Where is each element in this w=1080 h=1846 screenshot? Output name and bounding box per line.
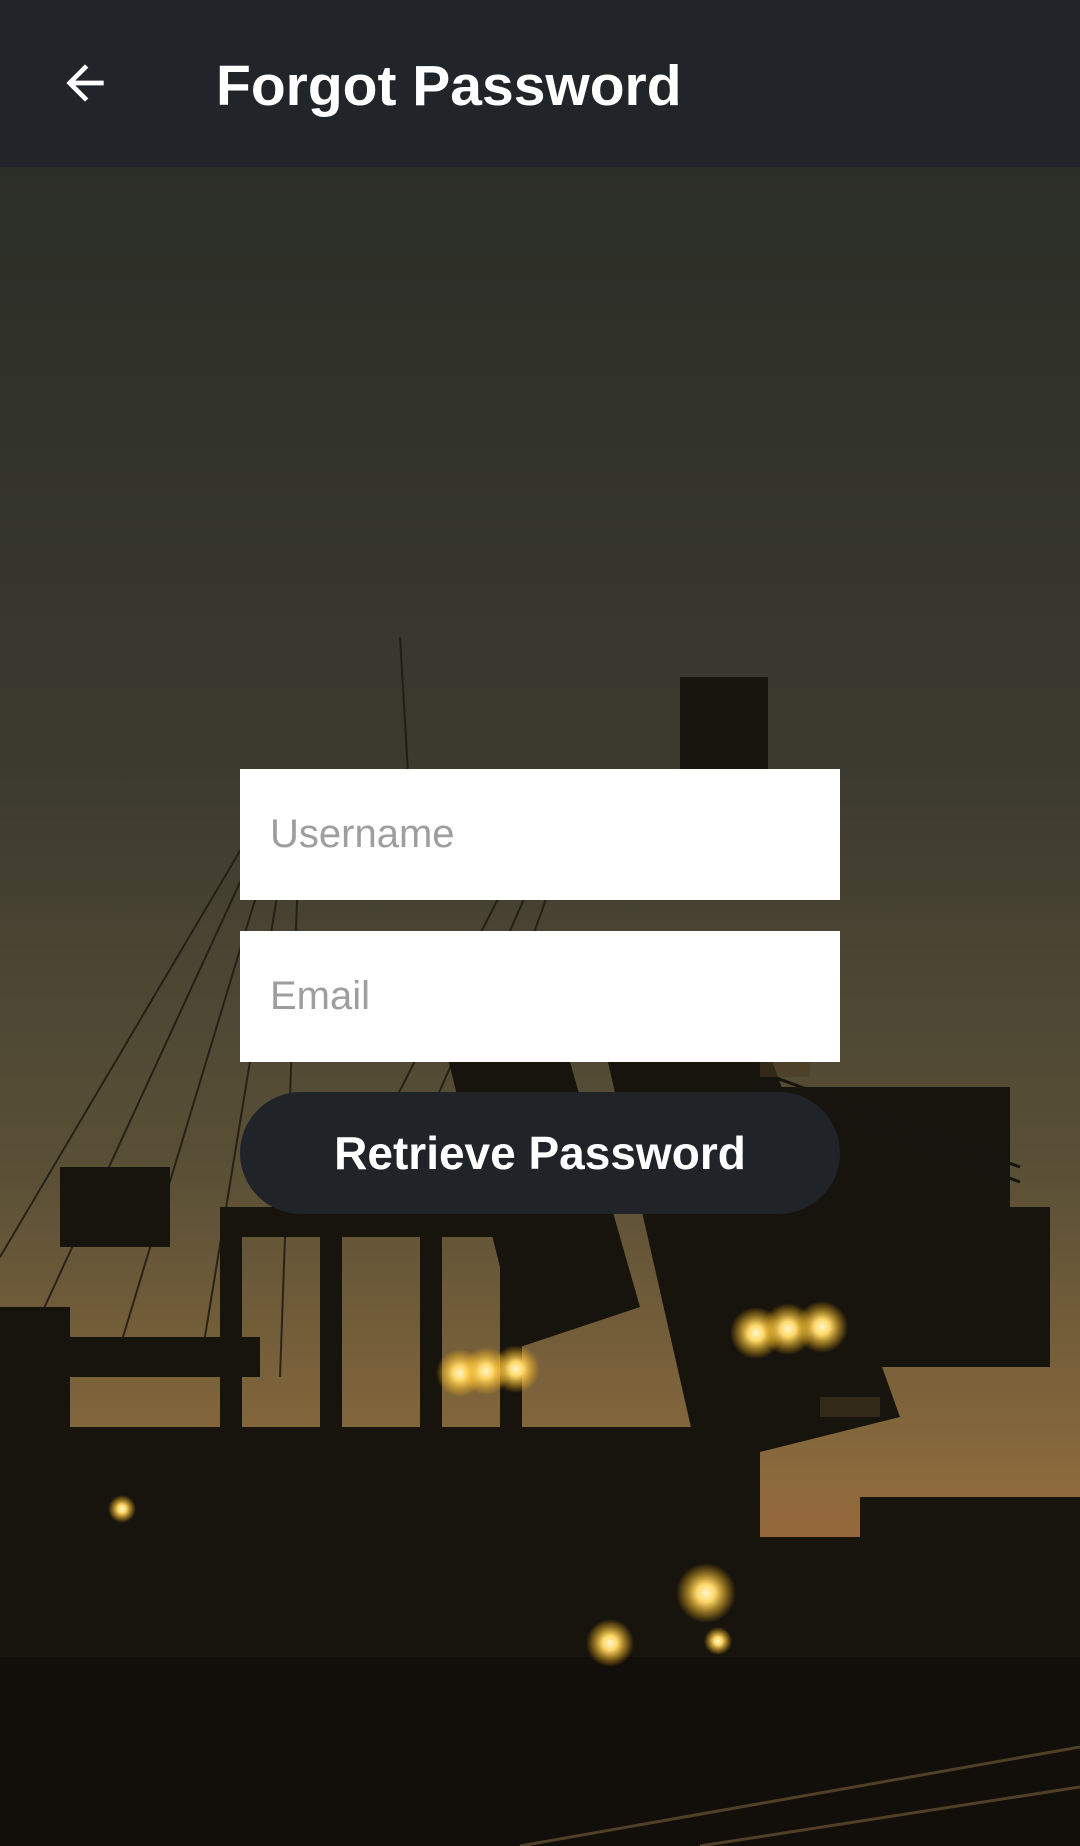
app-toolbar: Forgot Password (0, 0, 1080, 167)
forgot-password-form: Retrieve Password (240, 769, 840, 1214)
username-input[interactable] (240, 769, 840, 900)
forgot-password-screen: Forgot Password Username Email Retrieve … (0, 0, 1080, 1846)
back-button[interactable] (40, 38, 130, 128)
retrieve-password-button[interactable]: Retrieve Password (240, 1092, 840, 1214)
email-input[interactable] (240, 931, 840, 1062)
arrow-left-icon (66, 64, 104, 102)
page-title: Forgot Password (216, 54, 682, 118)
